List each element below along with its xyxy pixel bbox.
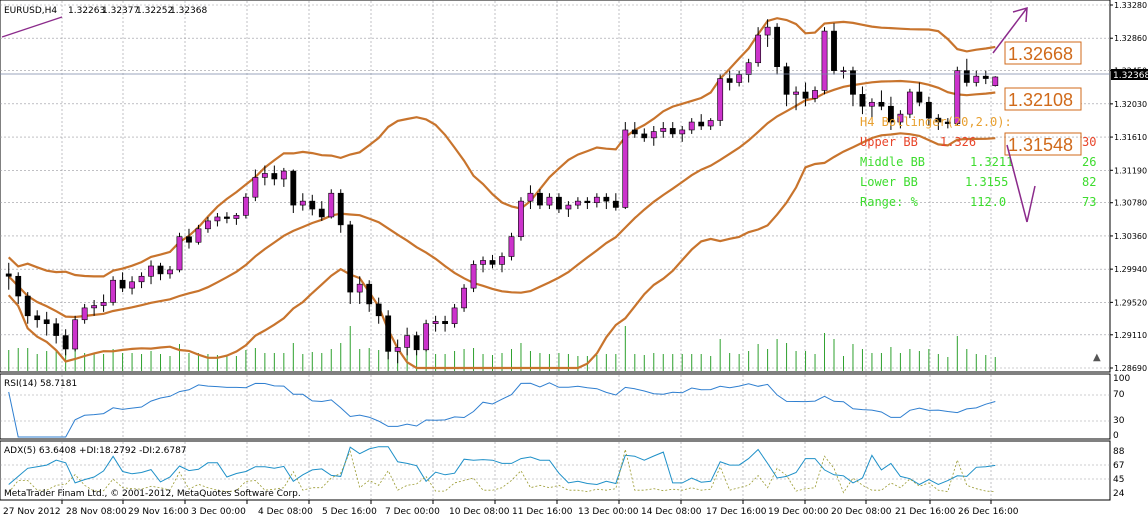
candle [461, 284, 467, 312]
current-price-label: 1.32368 [1113, 71, 1148, 81]
time-axis: 27 Nov 2012 28 Nov 08:00 29 Nov 16:00 3 Dec… [3, 500, 1019, 517]
candle [423, 319, 430, 352]
adx-axis: 88 67 45 24 02 [1113, 447, 1125, 499]
candle [347, 220, 354, 304]
candle [508, 232, 515, 261]
adx-tick-24: 24 [1113, 489, 1125, 499]
price-tick-label: 1.32860 [1114, 34, 1147, 43]
bollinger-panel-title: H4 Bollinger(20,2.0): [860, 115, 1012, 129]
current-price-marker: 1.32368 [1111, 69, 1148, 81]
scroll-shift-icon[interactable]: ▲ [1093, 352, 1101, 363]
adx-tick-67: 67 [1113, 461, 1124, 471]
candle [72, 315, 79, 352]
time-axis-label: 13 Dec 00:00 [578, 507, 639, 517]
time-axis-label: 10 Dec 08:00 [449, 507, 510, 517]
candle [821, 27, 828, 95]
adx-label: ADX(5) 63.6408 +DI:18.2792 -DI:2.6787 [4, 446, 187, 456]
price-tick-label: 1.31190 [1114, 166, 1147, 175]
ohlc-high: 1.32377 [102, 6, 139, 16]
time-axis-label: 7 Dec 00:00 [385, 507, 440, 517]
candle [470, 260, 477, 293]
ohlc-low: 1.32252 [136, 6, 173, 16]
time-axis-label: 19 Dec 00:00 [768, 507, 829, 517]
rsi-label: RSI(14) 58.7181 [4, 379, 77, 389]
lower-band-callout-text: 1.31548 [1008, 135, 1073, 155]
candle [992, 76, 999, 87]
main-chart-window[interactable] [0, 0, 1111, 373]
time-axis-label: 26 Dec 16:00 [958, 507, 1019, 517]
lower-bb-name: Lower BB [860, 175, 918, 189]
price-axis: 1.332801.328601.324501.320301.316101.311… [1110, 1, 1147, 373]
price-tick-label: 1.33280 [1114, 1, 1147, 10]
time-axis-label: 21 Dec 16:00 [895, 507, 956, 517]
copyright-text: MetaTrader Finam Ltd., © 2001-2012, Meta… [4, 489, 301, 499]
candle [518, 197, 524, 241]
rsi-tick-70: 70 [1113, 390, 1125, 400]
price-tick-label: 1.29520 [1114, 298, 1147, 307]
middle-band-callout: 1.32108 [1004, 87, 1082, 111]
rsi-window[interactable] [0, 373, 1111, 440]
price-tick-label: 1.29110 [1114, 331, 1147, 340]
lower-band-callout: 1.31548 [1004, 132, 1082, 156]
lower-bb-extra: 82 [1082, 175, 1096, 189]
candle [110, 276, 116, 306]
symbol-label: EURUSD,H4 [4, 6, 57, 16]
price-tick-label: 1.29940 [1114, 265, 1147, 274]
price-tick-label: 1.28690 [1114, 364, 1147, 373]
ohlc-open: 1.32263 [68, 6, 105, 16]
candle [176, 232, 183, 273]
range-extra: 73 [1082, 195, 1096, 209]
candle [831, 23, 837, 75]
candle [774, 23, 780, 75]
upper-band-callout-text: 1.32668 [1008, 44, 1073, 64]
middle-band-callout-text: 1.32108 [1008, 90, 1073, 110]
price-tick-label: 1.31610 [1114, 133, 1147, 142]
time-axis-label: 3 Dec 00:00 [191, 507, 246, 517]
time-axis-label: 17 Dec 16:00 [706, 507, 767, 517]
time-axis-label: 11 Dec 16:00 [512, 507, 573, 517]
middle-bb-name: Middle BB [860, 155, 925, 169]
upper-band-callout: 1.32668 [1004, 41, 1082, 65]
candle [717, 74, 724, 126]
time-axis-label: 14 Dec 08:00 [641, 507, 702, 517]
candle [622, 122, 629, 210]
upper-bb-name: Upper BB [860, 135, 918, 149]
price-tick-label: 1.32030 [1114, 100, 1147, 109]
lower-bb-value: 1.3155 [965, 175, 1008, 189]
candle [906, 88, 913, 119]
time-axis-label: 28 Nov 08:00 [66, 507, 127, 517]
time-axis-label: 5 Dec 16:00 [322, 507, 377, 517]
candle [242, 193, 249, 219]
price-tick-label: 1.30780 [1114, 199, 1147, 208]
rsi-tick-0: 0 [1113, 431, 1119, 441]
upper-bb-value: 1.326 [940, 135, 976, 149]
adx-tick-45: 45 [1113, 475, 1124, 485]
range-value: 112.0 [970, 195, 1006, 209]
time-axis-label: 4 Dec 08:00 [258, 507, 313, 517]
time-axis-label: 27 Nov 2012 [3, 507, 61, 517]
rsi-tick-100: 100 [1113, 374, 1130, 384]
trading-chart[interactable]: 1.332801.328601.324501.320301.316101.311… [0, 0, 1148, 518]
range-name: Range: % [860, 195, 919, 209]
candle [328, 189, 335, 219]
rsi-axis: 100 70 30 0 [1113, 374, 1130, 441]
middle-bb-value: 1.3211 [970, 155, 1013, 169]
upper-bb-extra: 30 [1082, 135, 1096, 149]
rsi-tick-30: 30 [1113, 416, 1125, 426]
ohlc-close: 1.32368 [170, 6, 207, 16]
time-axis-label: 29 Nov 16:00 [128, 507, 189, 517]
price-tick-label: 1.30360 [1114, 232, 1147, 241]
time-axis-label: 20 Dec 08:00 [831, 507, 892, 517]
adx-tick-88: 88 [1113, 447, 1125, 457]
middle-bb-extra: 26 [1082, 155, 1096, 169]
